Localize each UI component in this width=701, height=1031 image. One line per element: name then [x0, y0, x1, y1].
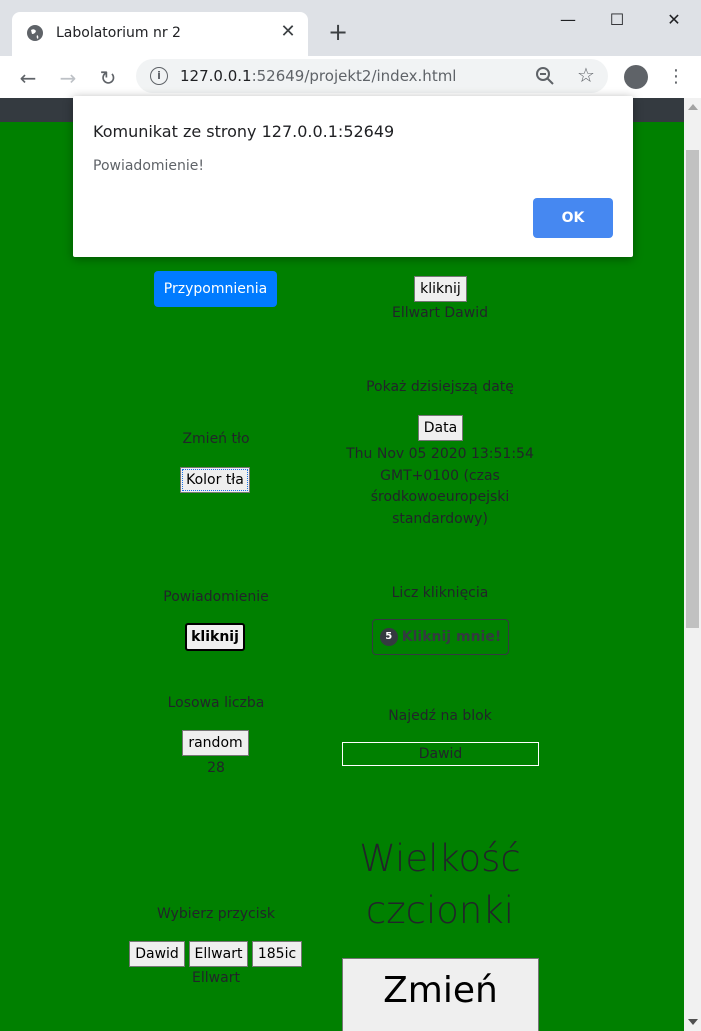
- date-output: Thu Nov 05 2020 13:51:54 GMT+0100 (czas …: [346, 446, 534, 527]
- background-color-button[interactable]: Kolor tła: [180, 467, 250, 493]
- forward-button[interactable]: →: [54, 64, 82, 92]
- click-me-label: Kliknij mnie!: [401, 629, 502, 645]
- browser-tabstrip: Labolatorium nr 2 ✕ + — ☐ ✕: [0, 0, 701, 57]
- url-path: :52649/projekt2/index.html: [251, 67, 457, 85]
- choose-button-label: Wybierz przycisk: [156, 906, 276, 922]
- show-date-label: Pokaż dzisiejszą datę: [366, 379, 514, 395]
- choice-button-dawid[interactable]: Dawid: [129, 941, 185, 967]
- zoom-out-icon[interactable]: [534, 65, 556, 87]
- vertical-scrollbar[interactable]: [684, 98, 701, 1031]
- author-name: Ellwart Dawid: [392, 305, 488, 321]
- window-maximize-button[interactable]: ☐: [594, 8, 640, 32]
- window-close-button[interactable]: ✕: [651, 8, 697, 32]
- notification-button[interactable]: kliknij: [185, 623, 245, 651]
- url-host: 127.0.0.1: [180, 67, 252, 85]
- count-clicks-label: Licz kliknięcia: [391, 585, 489, 601]
- globe-icon: [27, 25, 43, 41]
- profile-avatar-icon[interactable]: [624, 65, 648, 89]
- browser-tab[interactable]: Labolatorium nr 2 ✕: [12, 12, 308, 57]
- alert-dialog: Komunikat ze strony 127.0.0.1:52649 Powi…: [73, 96, 633, 257]
- font-size-heading: Wielkość czcionki: [359, 837, 521, 932]
- scroll-down-arrow-icon[interactable]: [688, 1019, 698, 1025]
- choice-button-ellwart[interactable]: Ellwart: [189, 941, 248, 967]
- url-text: 127.0.0.1:52649/projekt2/index.html: [180, 67, 456, 85]
- choice-button-185ic[interactable]: 185ic: [252, 941, 302, 967]
- hover-block[interactable]: Dawid: [342, 742, 539, 766]
- random-button[interactable]: random: [182, 730, 249, 756]
- info-icon[interactable]: i: [150, 67, 168, 85]
- browser-menu-icon[interactable]: ⋮: [664, 65, 688, 89]
- change-background-label: Zmień tło: [182, 431, 250, 447]
- address-bar[interactable]: i 127.0.0.1:52649/projekt2/index.html ☆: [136, 59, 608, 93]
- click-count-badge: 5: [379, 628, 398, 646]
- click-button-top[interactable]: kliknij: [414, 276, 467, 302]
- dialog-message: Powiadomienie!: [93, 158, 205, 174]
- dialog-ok-button[interactable]: OK: [533, 198, 613, 238]
- bookmark-star-icon[interactable]: ☆: [574, 63, 598, 87]
- tab-title: Labolatorium nr 2: [56, 25, 181, 41]
- window-minimize-button[interactable]: —: [545, 8, 591, 32]
- new-tab-button[interactable]: +: [326, 20, 350, 44]
- notification-label: Powiadomienie: [163, 589, 269, 605]
- reload-button[interactable]: ↻: [94, 64, 122, 92]
- tab-close-icon[interactable]: ✕: [276, 20, 300, 44]
- random-number-label: Losowa liczba: [167, 695, 265, 711]
- back-button[interactable]: ←: [14, 64, 42, 92]
- change-font-button[interactable]: Zmień: [342, 958, 539, 1031]
- scroll-up-arrow-icon[interactable]: [688, 104, 698, 110]
- date-button[interactable]: Data: [418, 415, 463, 441]
- choice-output: Ellwart: [192, 970, 240, 986]
- browser-toolbar: ← → ↻ i 127.0.0.1:52649/projekt2/index.h…: [0, 56, 701, 98]
- dialog-title: Komunikat ze strony 127.0.0.1:52649: [93, 122, 395, 141]
- click-me-button[interactable]: 5 Kliknij mnie!: [372, 619, 509, 655]
- scroll-thumb[interactable]: [686, 150, 699, 628]
- random-value: 28: [207, 760, 225, 776]
- reminders-button[interactable]: Przypomnienia: [154, 271, 277, 307]
- hover-label: Najedź na blok: [388, 708, 492, 724]
